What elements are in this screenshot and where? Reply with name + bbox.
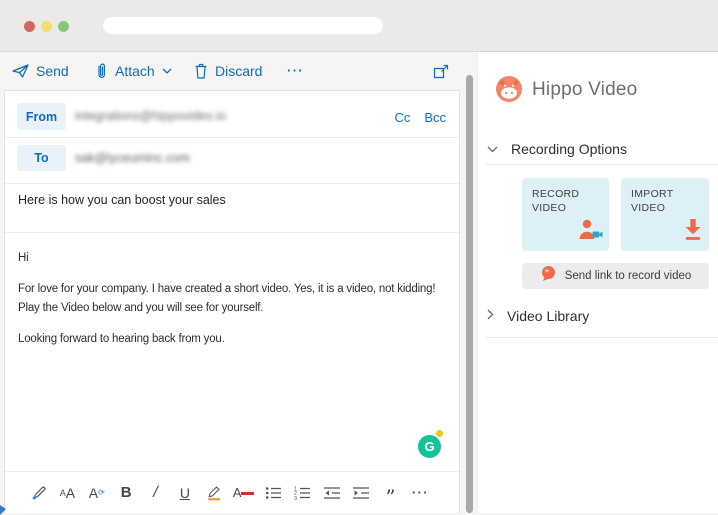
trash-icon (194, 63, 208, 79)
bcc-button[interactable]: Bcc (424, 110, 446, 125)
bold-button[interactable]: B (113, 480, 139, 506)
font-color-bar (241, 492, 254, 495)
font-button[interactable]: AA (54, 480, 80, 506)
hippo-video-logo-icon (496, 76, 522, 102)
grammarly-icon[interactable]: G (418, 435, 441, 458)
section-divider (486, 337, 718, 338)
underline-button[interactable]: U (172, 480, 198, 506)
format-toolbar: AA A⟳ B / U A 123 ” ⋯ (5, 472, 459, 513)
format-more-button[interactable]: ⋯ (407, 480, 433, 506)
body-line: For love for your company. I have create… (18, 280, 454, 299)
popout-button[interactable] (433, 52, 449, 90)
chat-bubble-icon: ” (540, 265, 557, 287)
toolbar-more-button[interactable]: ⋯ (286, 52, 304, 90)
body-greeting: Hi (18, 249, 454, 268)
cc-button[interactable]: Cc (394, 110, 410, 125)
send-button[interactable]: Send (12, 52, 69, 90)
paperclip-icon (95, 62, 108, 80)
chevron-down-icon (487, 140, 498, 158)
recording-options-label: Recording Options (511, 141, 627, 157)
discard-label: Discard (215, 63, 262, 79)
italic-button[interactable]: / (143, 480, 169, 506)
body-line: Play the Video below and you will see fo… (18, 299, 454, 318)
message-body[interactable]: Hi For love for your company. I have cre… (18, 249, 454, 349)
field-divider (5, 137, 459, 138)
video-library-section[interactable]: Video Library (487, 307, 589, 325)
body-closing: Looking forward to hearing back from you… (18, 330, 454, 349)
send-icon (12, 64, 29, 78)
app-title: Hippo Video (532, 79, 637, 101)
indent-button[interactable] (348, 480, 374, 506)
traffic-light-zoom-icon[interactable] (58, 21, 69, 32)
quote-button[interactable]: ” (378, 480, 404, 506)
open-in-new-window-icon (433, 64, 449, 79)
vertical-scrollbar[interactable] (466, 75, 473, 513)
to-button[interactable]: To (17, 145, 66, 171)
grammarly-status-dot (435, 429, 444, 438)
svg-text:3: 3 (294, 495, 297, 499)
compose-toolbar: Send Attach Discard ⋯ (0, 52, 477, 90)
section-divider (486, 164, 718, 165)
from-address[interactable]: integrations@hippovideo.io (75, 109, 226, 123)
send-link-button[interactable]: ” Send link to record video (522, 263, 709, 289)
format-painter-button[interactable] (25, 480, 51, 506)
traffic-light-close-icon[interactable] (24, 21, 35, 32)
font-size-button[interactable]: A⟳ (84, 480, 110, 506)
recording-options-section[interactable]: Recording Options (487, 140, 627, 158)
traffic-light-minimize-icon[interactable] (41, 21, 52, 32)
record-video-card[interactable]: RECORD VIDEO (522, 178, 609, 251)
compose-card: From integrations@hippovideo.io Cc Bcc T… (4, 90, 460, 513)
hippo-video-panel: Hippo Video Recording Options RECORD VID… (477, 52, 718, 513)
import-download-icon (683, 218, 703, 246)
font-color-button[interactable]: A (231, 480, 257, 506)
import-video-label: IMPORT VIDEO (631, 187, 691, 215)
numbered-list-button[interactable]: 123 (289, 480, 315, 506)
discard-button[interactable]: Discard (194, 52, 262, 90)
send-link-label: Send link to record video (565, 270, 692, 282)
chevron-right-icon (487, 307, 494, 325)
attach-button[interactable]: Attach (95, 52, 172, 90)
field-divider (5, 183, 459, 184)
record-video-label: RECORD VIDEO (532, 187, 592, 215)
video-library-label: Video Library (507, 308, 589, 324)
address-bar[interactable] (103, 17, 383, 34)
browser-titlebar (0, 0, 718, 52)
import-video-card[interactable]: IMPORT VIDEO (621, 178, 709, 251)
to-address[interactable]: sak@lyceuminc.com (75, 151, 190, 165)
subject-field[interactable]: Here is how you can boost your sales (18, 193, 226, 207)
chevron-down-icon (162, 68, 172, 74)
highlight-button[interactable] (201, 480, 227, 506)
bullet-list-button[interactable] (260, 480, 286, 506)
record-video-icon (576, 218, 603, 246)
send-label: Send (36, 63, 69, 79)
from-button[interactable]: From (17, 103, 66, 130)
cursor-artifact (0, 505, 6, 515)
outdent-button[interactable] (319, 480, 345, 506)
field-divider (5, 232, 459, 233)
attach-label: Attach (115, 63, 155, 79)
svg-text:”: ” (544, 268, 549, 278)
